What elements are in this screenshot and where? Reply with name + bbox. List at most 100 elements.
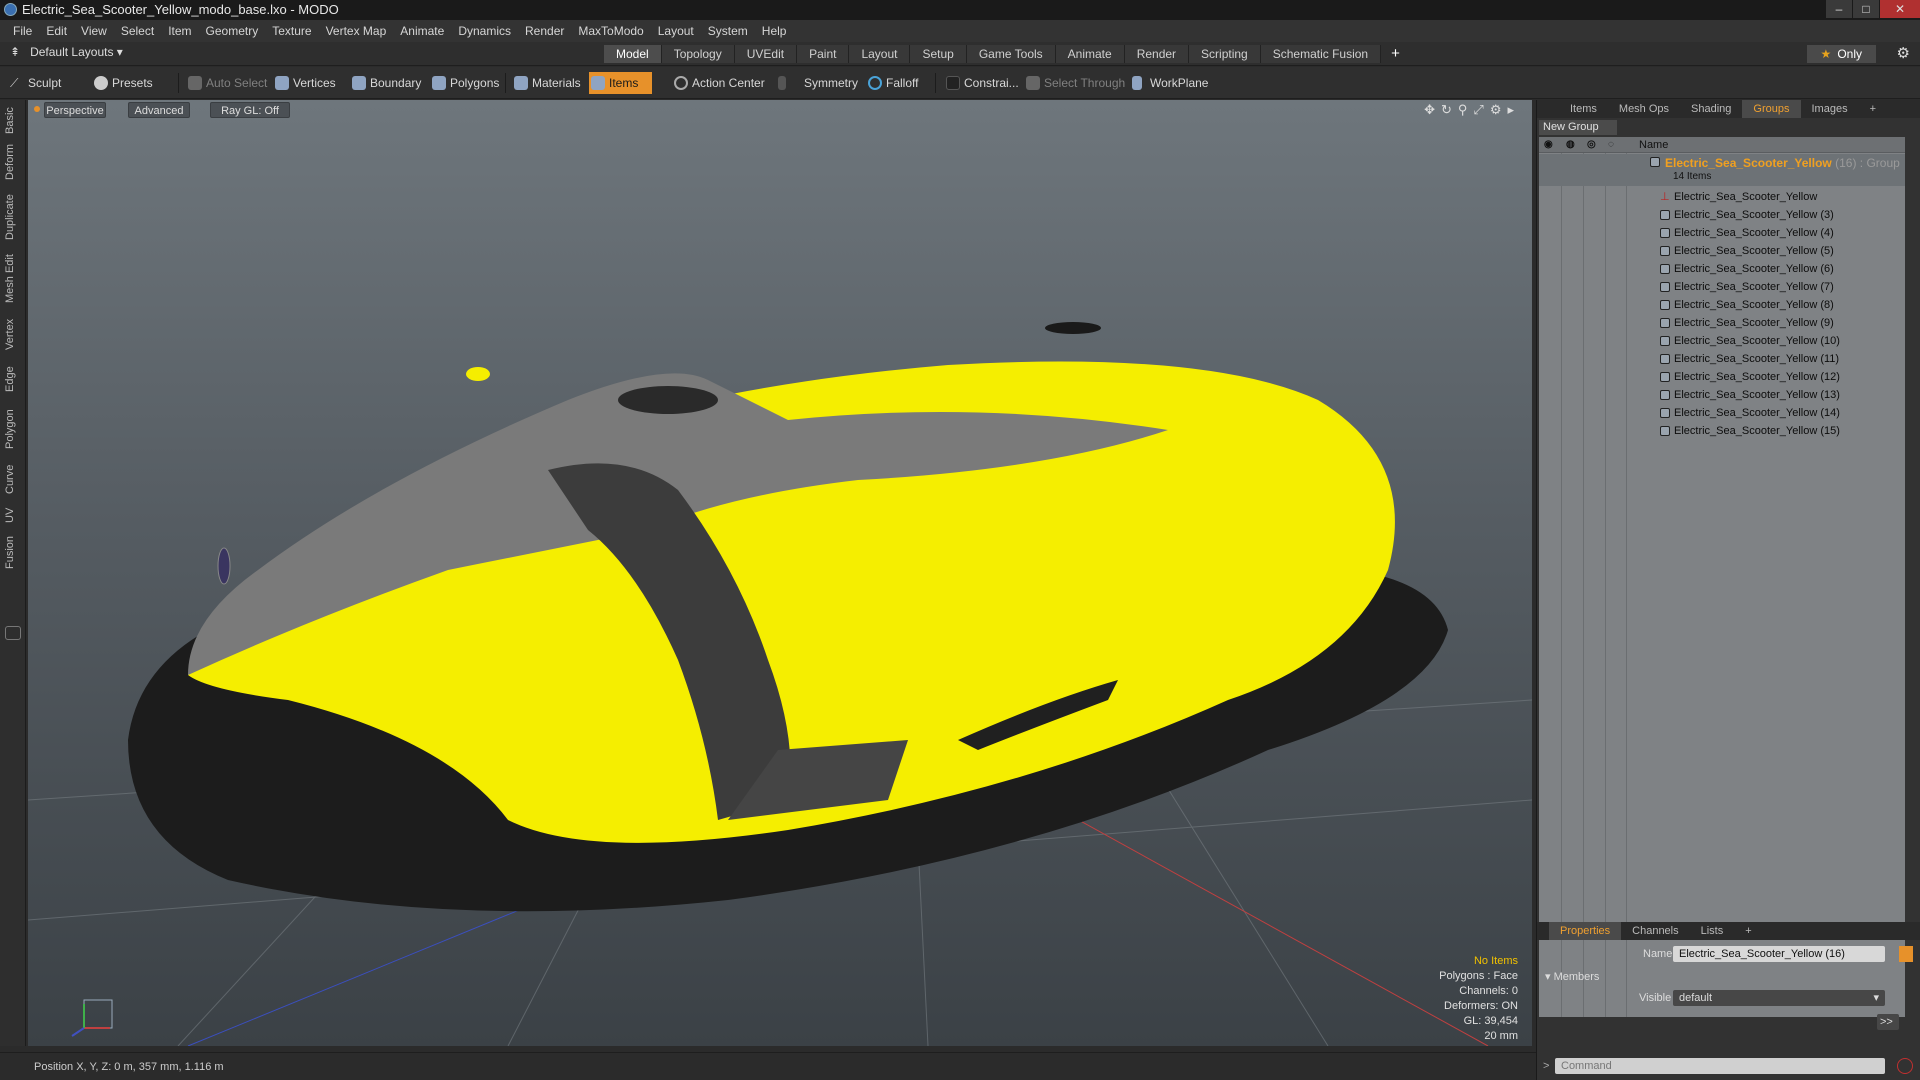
tab-animate[interactable]: Animate [1055, 45, 1125, 63]
boundary-button[interactable]: Boundary [350, 72, 421, 94]
group-row[interactable]: Electric_Sea_Scooter_Yellow (16) : Group… [1539, 154, 1905, 186]
menu-edit[interactable]: Edit [39, 24, 74, 38]
move-view-icon[interactable]: ✥ [1424, 102, 1435, 118]
tab-topology[interactable]: Topology [661, 45, 735, 63]
add-tab-plus-icon[interactable]: + [1381, 45, 1410, 63]
raygl-toggle-button[interactable]: Ray GL: Off [210, 102, 290, 118]
list-item[interactable]: Electric_Sea_Scooter_Yellow (15) [1539, 422, 1905, 440]
list-item[interactable]: Electric_Sea_Scooter_Yellow (10) [1539, 332, 1905, 350]
view-perspective-button[interactable]: Perspective [44, 102, 106, 118]
name-color-swatch[interactable] [1899, 946, 1913, 962]
tab-basic[interactable]: Basic [4, 106, 22, 136]
minimize-button[interactable]: – [1826, 0, 1852, 18]
name-field[interactable]: Electric_Sea_Scooter_Yellow (16) [1673, 946, 1885, 962]
menu-view[interactable]: View [74, 24, 114, 38]
tab-schematic-fusion[interactable]: Schematic Fusion [1260, 45, 1382, 63]
tab-setup[interactable]: Setup [910, 45, 967, 63]
zoom-view-icon[interactable]: ⚲ [1458, 102, 1468, 118]
tab-images[interactable]: Images [1801, 100, 1859, 118]
menu-select[interactable]: Select [114, 24, 161, 38]
tab-lists[interactable]: Lists [1690, 922, 1735, 940]
tab-render[interactable]: Render [1124, 45, 1190, 63]
viewport-settings-icon[interactable]: ⚙ [1490, 102, 1502, 118]
menu-maxtomodo[interactable]: MaxToModo [571, 24, 650, 38]
list-item[interactable]: Electric_Sea_Scooter_Yellow (11) [1539, 350, 1905, 368]
only-toggle-button[interactable]: ★ Only [1806, 45, 1876, 63]
tab-duplicate[interactable]: Duplicate [4, 190, 22, 244]
tab-groups[interactable]: Groups [1742, 100, 1801, 118]
sculpt-button[interactable]: ⟋ Sculpt [8, 72, 61, 94]
tab-layout[interactable]: Layout [849, 45, 911, 63]
list-item[interactable]: Electric_Sea_Scooter_Yellow (5) [1539, 242, 1905, 260]
command-input[interactable]: Command [1555, 1058, 1885, 1074]
fit-view-icon[interactable]: ⤢ [1473, 102, 1483, 118]
tab-shading[interactable]: Shading [1680, 100, 1742, 118]
menu-vertex-map[interactable]: Vertex Map [319, 24, 394, 38]
menu-dynamics[interactable]: Dynamics [451, 24, 518, 38]
tab-polygon[interactable]: Polygon [4, 404, 22, 454]
constraints-button[interactable]: Constrai... [944, 72, 1019, 94]
auto-select-button[interactable]: Auto Select [186, 72, 267, 94]
viewport-expand-icon[interactable]: ▸ [1507, 102, 1514, 118]
list-item[interactable]: Electric_Sea_Scooter_Yellow (7) [1539, 278, 1905, 296]
tab-uv[interactable]: UV [4, 504, 22, 526]
tab-fusion[interactable]: Fusion [4, 532, 22, 572]
tab-game-tools[interactable]: Game Tools [966, 45, 1056, 63]
tab-vertex[interactable]: Vertex [4, 314, 22, 354]
maximize-button[interactable]: □ [1853, 0, 1879, 18]
menu-animate[interactable]: Animate [393, 24, 451, 38]
members-section[interactable]: ▾ Members [1545, 970, 1599, 983]
tab-deform[interactable]: Deform [4, 142, 22, 182]
presets-button[interactable]: Presets [92, 72, 153, 94]
list-item[interactable]: ⊥ Electric_Sea_Scooter_Yellow [1539, 188, 1905, 206]
symmetry-button[interactable]: Symmetry [776, 72, 858, 94]
visible-dropdown[interactable]: default ▾ [1673, 990, 1885, 1006]
menu-item[interactable]: Item [161, 24, 198, 38]
polygons-button[interactable]: Polygons [430, 72, 499, 94]
vertices-button[interactable]: Vertices [273, 72, 336, 94]
more-button[interactable]: >> [1877, 1014, 1899, 1030]
viewport-options-icon[interactable] [34, 106, 40, 112]
list-item[interactable]: Electric_Sea_Scooter_Yellow (12) [1539, 368, 1905, 386]
tab-uvedit[interactable]: UVEdit [734, 45, 798, 63]
view-shading-button[interactable]: Advanced [128, 102, 190, 118]
expand-panel-icon[interactable] [5, 626, 21, 640]
tab-items[interactable]: Items [1559, 100, 1608, 118]
tab-scripting[interactable]: Scripting [1189, 45, 1261, 63]
close-button[interactable]: ✕ [1880, 0, 1920, 18]
list-item[interactable]: Electric_Sea_Scooter_Yellow (4) [1539, 224, 1905, 242]
list-item[interactable]: Electric_Sea_Scooter_Yellow (6) [1539, 260, 1905, 278]
menu-help[interactable]: Help [755, 24, 794, 38]
list-item[interactable]: Electric_Sea_Scooter_Yellow (14) [1539, 404, 1905, 422]
default-layouts-dropdown[interactable]: ⇞ Default Layouts ▾ [10, 45, 123, 59]
add-panel-tab-icon[interactable]: + [1859, 100, 1887, 118]
tab-mesh-ops[interactable]: Mesh Ops [1608, 100, 1680, 118]
command-history-icon[interactable] [1897, 1058, 1913, 1074]
tab-paint[interactable]: Paint [797, 45, 850, 63]
tab-channels[interactable]: Channels [1621, 922, 1689, 940]
add-properties-tab-icon[interactable]: + [1734, 922, 1762, 940]
tab-properties[interactable]: Properties [1549, 922, 1622, 940]
action-center-button[interactable]: Action Center [672, 72, 765, 94]
tab-mesh-edit[interactable]: Mesh Edit [4, 252, 22, 306]
3d-viewport[interactable]: Perspective Advanced Ray GL: Off ✥ ↻ ⚲ ⤢… [28, 100, 1532, 1046]
materials-button[interactable]: Materials [512, 72, 581, 94]
list-item[interactable]: Electric_Sea_Scooter_Yellow (3) [1539, 206, 1905, 224]
menu-layout[interactable]: Layout [651, 24, 701, 38]
tab-edge[interactable]: Edge [4, 362, 22, 396]
menu-render[interactable]: Render [518, 24, 571, 38]
menu-texture[interactable]: Texture [265, 24, 318, 38]
tab-curve[interactable]: Curve [4, 460, 22, 498]
list-item[interactable]: Electric_Sea_Scooter_Yellow (8) [1539, 296, 1905, 314]
menu-geometry[interactable]: Geometry [199, 24, 266, 38]
new-group-button[interactable]: New Group [1539, 120, 1617, 135]
items-button[interactable]: Items [589, 72, 653, 94]
list-item[interactable]: Electric_Sea_Scooter_Yellow (13) [1539, 386, 1905, 404]
menu-file[interactable]: File [6, 24, 39, 38]
rotate-view-icon[interactable]: ↻ [1441, 102, 1452, 118]
gear-icon[interactable]: ⚙ [1897, 44, 1910, 62]
workplane-button[interactable]: WorkPlane [1130, 72, 1208, 94]
menu-system[interactable]: System [701, 24, 755, 38]
falloff-button[interactable]: Falloff [866, 72, 918, 94]
select-through-button[interactable]: Select Through [1024, 72, 1125, 94]
